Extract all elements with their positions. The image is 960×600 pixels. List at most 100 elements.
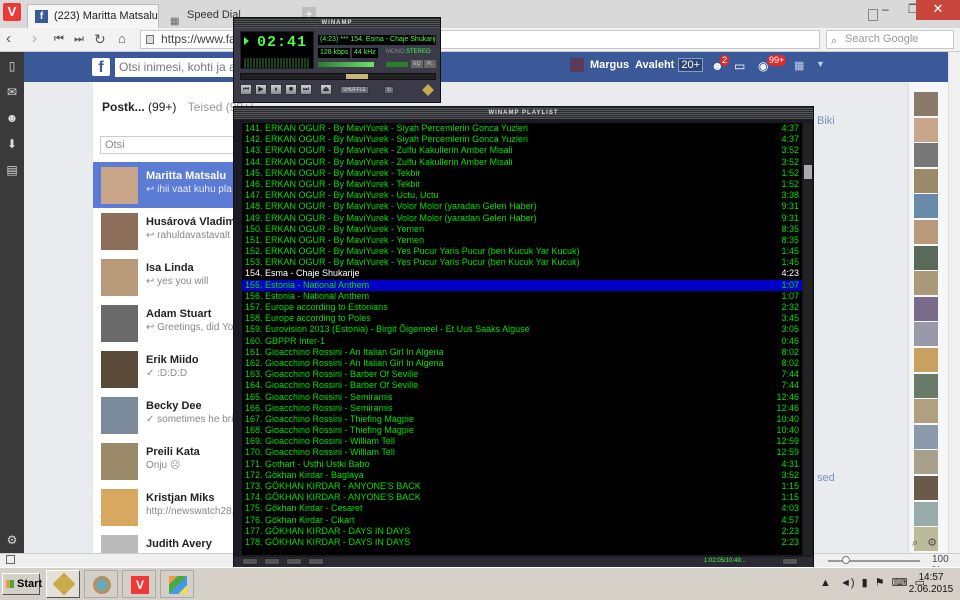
remove-button[interactable] xyxy=(264,558,280,565)
message-thread[interactable]: Adam Stuart ↩ Greetings, did Yo xyxy=(93,300,238,346)
gear-icon[interactable]: ⚙ xyxy=(927,537,937,549)
playlist-track[interactable]: 177. GÖKHAN KIRDAR - DAYS IN DAYS 2:23 xyxy=(242,526,802,537)
playlist-tracks[interactable]: 141. ERKAN OGUR - By MaviYurek - Siyah P… xyxy=(242,123,802,555)
repeat-icon[interactable]: ↻ xyxy=(384,86,395,94)
playlist-track[interactable]: 176. Gökhan Kirdar - Cikart 4:57 xyxy=(242,515,802,526)
settings-gear-icon[interactable]: ⚙ xyxy=(5,534,19,546)
rewind-icon[interactable]: ⏮ xyxy=(54,31,64,47)
eject-icon[interactable]: ⏏ xyxy=(320,84,332,95)
bookmarks-icon[interactable]: ▯ xyxy=(5,60,19,72)
panel-toggle-icon[interactable] xyxy=(6,555,15,564)
chat-contact-avatar[interactable] xyxy=(914,194,938,219)
flag-icon[interactable]: ⚑ xyxy=(875,577,885,589)
playlist-track[interactable]: 169. Gioacchino Rossini - William Tell 12… xyxy=(242,436,802,447)
vivaldi-menu-icon[interactable]: V xyxy=(3,3,21,21)
pause-icon[interactable]: ⏸ xyxy=(270,84,282,95)
trash-icon[interactable] xyxy=(868,9,878,21)
previous-icon[interactable]: ⏮ xyxy=(240,84,252,95)
playlist-track[interactable]: 155. Estonia - National Anthem 1:07 xyxy=(242,279,802,291)
playlist-track[interactable]: 171. Gothart - Usthi Ustki Babo 4:31 xyxy=(242,459,802,470)
playlist-track[interactable]: 143. ERKAN OGUR - By MaviYurek - Zulfu K… xyxy=(242,145,802,156)
facebook-logo-icon[interactable]: f xyxy=(92,58,110,76)
playlist-track[interactable]: 163. Gioacchino Rossini - Barber Of Sevi… xyxy=(242,369,802,380)
chat-contact-avatar[interactable] xyxy=(914,322,938,347)
playlist-scrollbar[interactable] xyxy=(804,123,812,555)
playlist-scroll-handle[interactable] xyxy=(804,165,812,179)
playlist-track[interactable]: 149. ERKAN OGUR - By MaviYurek - Volor M… xyxy=(242,213,802,224)
chat-contact-avatar[interactable] xyxy=(914,373,938,398)
playlist-track[interactable]: 150. ERKAN OGUR - By MaviYurek - Yemen 8:… xyxy=(242,224,802,235)
volume-slider[interactable] xyxy=(318,62,374,67)
shuffle-button[interactable]: SHUFFLE xyxy=(340,86,369,94)
message-thread[interactable]: Maritta Matsalu ↩ ihii vaat kuhu pla xyxy=(93,162,238,208)
chat-contact-avatar[interactable] xyxy=(914,476,938,500)
contacts-icon[interactable]: ☻ xyxy=(5,112,19,124)
balance-slider[interactable] xyxy=(386,62,408,67)
playlist-track[interactable]: 146. ERKAN OGUR - By MaviYurek - Tekbir 1… xyxy=(242,179,802,190)
taskbar-vivaldi[interactable]: V xyxy=(122,570,156,598)
message-thread[interactable]: Becky Dee ✓ sometimes he brin xyxy=(93,392,239,438)
chat-contact-avatar[interactable] xyxy=(914,399,938,424)
playlist-track[interactable]: 141. ERKAN OGUR - By MaviYurek - Siyah P… xyxy=(242,123,802,134)
message-thread[interactable]: Husárová Vladimír ↩ rahuldavastavalt xyxy=(93,208,243,254)
seek-bar[interactable] xyxy=(240,73,436,80)
add-button[interactable] xyxy=(242,558,258,565)
chat-contact-avatar[interactable] xyxy=(914,168,938,193)
playlist-toggle-button[interactable]: PL xyxy=(424,60,436,68)
tray-expand-icon[interactable]: ▲ xyxy=(820,577,831,589)
playlist-track[interactable]: 168. Gioacchino Rossini - Thiefing Magpi… xyxy=(242,425,802,436)
chat-contact-avatar[interactable] xyxy=(914,450,938,475)
visualizer[interactable] xyxy=(244,58,310,68)
playlist-track[interactable]: 157. Europe according to Estonians 2:32 xyxy=(242,302,802,313)
messages-icon[interactable]: ▭ xyxy=(734,59,750,73)
friend-requests-icon[interactable]: ☻ 2 xyxy=(711,55,730,73)
playlist-track[interactable]: 151. ERKAN OGUR - By MaviYurek - Yemen 8:… xyxy=(242,235,802,246)
notes-icon[interactable]: ▤ xyxy=(5,164,19,176)
playlist-track[interactable]: 170. Gioacchino Rossini - William Tell 12… xyxy=(242,447,802,458)
winamp-window[interactable]: WINAMP 02:41 (4:23) *** 154. Esma - Chaj… xyxy=(233,17,441,103)
home-link[interactable]: Avaleht 20+ xyxy=(635,58,703,72)
forward-icon[interactable]: › xyxy=(32,31,37,47)
chat-contact-avatar[interactable] xyxy=(914,245,938,270)
right-link-text[interactable]: sed xyxy=(817,472,835,484)
equalizer-toggle-button[interactable]: EQ xyxy=(411,60,423,68)
playlist-track[interactable]: 161. Gioacchino Rossini - An Italian Gir… xyxy=(242,347,802,358)
playlist-track[interactable]: 153. ERKAN OGUR - By MaviYurek - Yes Puc… xyxy=(242,257,802,268)
playlist-track[interactable]: 142. ERKAN OGUR - By MaviYurek - Siyah P… xyxy=(242,134,802,145)
facebook-search-input[interactable]: Otsi inimesi, kohti ja asju xyxy=(115,58,245,77)
right-link-text[interactable]: Biki xyxy=(817,115,835,127)
winamp-title-bar[interactable]: WINAMP xyxy=(234,18,440,28)
message-thread[interactable]: Isa Linda ↩ yes you will xyxy=(93,254,238,300)
playlist-track[interactable]: 174. GÖKHAN KIRDAR - ANYONE'S BACK 1:15 xyxy=(242,492,802,503)
playlist-track[interactable]: 148. ERKAN OGUR - By MaviYurek - Volor M… xyxy=(242,201,802,212)
taskbar-explorer[interactable] xyxy=(160,570,194,598)
notifications-icon[interactable]: ◉ 99+ xyxy=(758,55,787,73)
network-icon[interactable]: ▮ xyxy=(862,577,868,589)
search-input[interactable]: ⌕ Search Google xyxy=(826,30,954,49)
playlist-track[interactable]: 164. Gioacchino Rossini - Barber Of Sevi… xyxy=(242,380,802,391)
playlist-track[interactable]: 175. Gökhan Kirdar - Cesaret 4:03 xyxy=(242,503,802,514)
downloads-icon[interactable]: ⬇ xyxy=(5,138,19,150)
message-thread[interactable]: Erik Miido ✓ :D:D:D xyxy=(93,346,238,392)
chat-contact-avatar[interactable] xyxy=(914,348,938,372)
winamp-logo-icon[interactable] xyxy=(422,84,434,96)
playlist-track[interactable]: 167. Gioacchino Rossini - Thiefing Magpi… xyxy=(242,414,802,425)
playlist-track[interactable]: 152. ERKAN OGUR - By MaviYurek - Yes Puc… xyxy=(242,246,802,257)
message-thread[interactable]: Preili Kata Onju ☹ xyxy=(93,438,238,484)
search-icon[interactable]: ⌕ xyxy=(912,537,918,549)
profile-link[interactable]: Margus xyxy=(570,58,629,72)
chat-contact-avatar[interactable] xyxy=(914,92,938,116)
close-icon[interactable]: ✕ xyxy=(916,0,960,20)
playlist-track[interactable]: 158. Europe according to Poles 3:45 xyxy=(242,313,802,324)
chat-contact-avatar[interactable] xyxy=(914,220,938,244)
page-scrollbar[interactable] xyxy=(948,52,960,567)
reload-icon[interactable]: ↻ xyxy=(94,31,106,47)
select-button[interactable] xyxy=(286,558,302,565)
elapsed-time[interactable]: 02:41 xyxy=(257,34,307,51)
account-menu-icon[interactable]: ▼ xyxy=(816,59,832,73)
chat-contact-avatar[interactable] xyxy=(914,296,938,321)
playlist-track[interactable]: 159. Eurovision 2013 (Estonia) - Birgit … xyxy=(242,324,802,335)
zoom-slider-handle[interactable] xyxy=(842,556,850,564)
playlist-track[interactable]: 147. ERKAN OGUR - By MaviYurek - Uctu, U… xyxy=(242,190,802,201)
chat-contact-avatar[interactable] xyxy=(914,501,938,526)
